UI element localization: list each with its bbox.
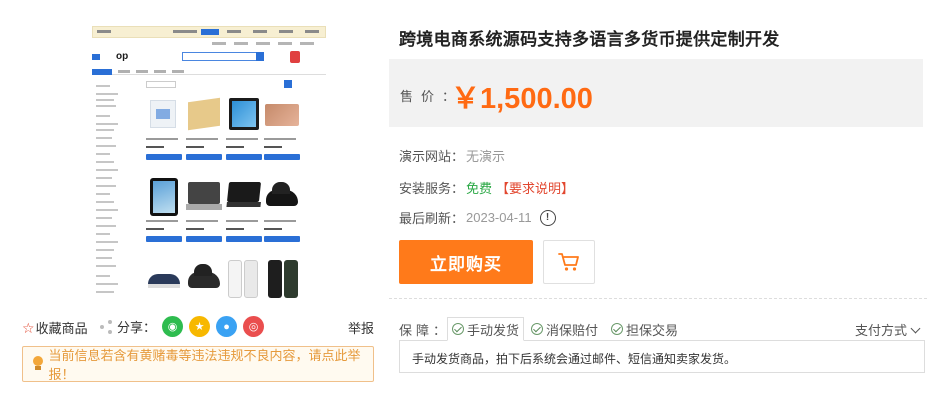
guarantee-description: 手动发货商品，拍下后系统会通过邮件、短信通知卖家发货。: [399, 340, 925, 373]
check-circle-icon: [531, 323, 543, 335]
preview-sort: [146, 81, 176, 88]
cart-icon: [558, 253, 579, 271]
check-circle-icon: [452, 323, 464, 335]
warning-text: 当前信息若含有黄赌毒等违法违规不良内容，请点此举报！: [48, 348, 361, 382]
favorite-button[interactable]: ☆ 收藏商品: [22, 318, 88, 337]
guarantee-label: 保障：: [399, 323, 451, 338]
weibo-icon[interactable]: ◎: [243, 316, 265, 337]
tab-label: 担保交易: [626, 322, 679, 338]
preview-product-card: [146, 258, 182, 298]
preview-product-card: [186, 94, 222, 160]
install-service-row: 安装服务： 免费 【要求说明】: [399, 178, 574, 197]
preview-topbar: [92, 26, 326, 38]
tab-escrow-trade[interactable]: 担保交易: [607, 317, 682, 341]
product-title: 跨境电商系统源码支持多语言多货币提供定制开发: [399, 30, 780, 49]
install-value: 免费: [466, 181, 493, 196]
preview-product-card: [264, 258, 300, 298]
install-label: 安装服务：: [399, 181, 465, 196]
preview-menubar: [92, 69, 326, 75]
preview-product-card: [186, 258, 222, 298]
preview-product-card: [226, 176, 262, 242]
share-bar: 分享： ◉ ★ ● ◎: [100, 316, 270, 337]
preview-logo: op: [92, 51, 132, 63]
refresh-date: 2023-04-11: [466, 210, 532, 225]
lightbulb-icon: [31, 356, 44, 372]
tab-consumer-protection[interactable]: 消保赔付: [527, 317, 602, 341]
tab-label: 消保赔付: [546, 322, 599, 338]
last-refresh-row: 最后刷新： 2023-04-11 !: [399, 208, 556, 227]
check-circle-icon: [611, 323, 623, 335]
preview-product-card: [186, 176, 222, 242]
buy-now-button[interactable]: 立即购买: [399, 240, 533, 284]
preview-product-card: [264, 176, 300, 242]
payment-method-dropdown[interactable]: 支付方式: [854, 320, 921, 339]
preview-product-card: [146, 176, 182, 242]
preview-sidebar: [92, 79, 140, 299]
content-warning[interactable]: 当前信息若含有黄赌毒等违法违规不良内容，请点此举报！: [22, 346, 374, 382]
clock-icon[interactable]: !: [539, 209, 556, 226]
add-to-cart-button[interactable]: [543, 240, 595, 284]
preview-product-card: [226, 94, 262, 160]
section-divider: [389, 298, 927, 299]
demo-site-row: 演示网站： 无演示: [399, 146, 505, 165]
share-icon: [100, 319, 114, 334]
qq-icon[interactable]: ●: [216, 316, 238, 337]
preview-cart-icon: [290, 51, 300, 63]
install-requirement-link[interactable]: 【要求说明】: [496, 178, 574, 197]
wechat-icon[interactable]: ◉: [162, 316, 184, 337]
star-icon: ☆: [22, 319, 35, 336]
demo-site-label: 演示网站：: [399, 149, 465, 164]
qzone-icon[interactable]: ★: [189, 316, 211, 337]
preview-product-card: [264, 94, 300, 160]
chevron-down-icon: [910, 323, 921, 333]
price-box: 售价： ￥1,500.00: [389, 59, 923, 127]
tab-label: 手动发货: [467, 322, 520, 338]
preview-product-card: [146, 94, 182, 160]
refresh-label: 最后刷新：: [399, 211, 465, 226]
price-value: ￥1,500.00: [451, 83, 593, 115]
preview-nav: [92, 40, 326, 48]
preview-pager: [284, 80, 292, 88]
report-link[interactable]: 举报: [348, 318, 374, 337]
product-image[interactable]: op: [22, 24, 372, 304]
demo-site-value: 无演示: [466, 149, 506, 164]
preview-product-card: [226, 258, 262, 298]
guarantee-bar: 保障： 手动发货 消保赔付 担保交易 支付方式: [399, 315, 925, 341]
tab-manual-delivery[interactable]: 手动发货: [447, 317, 525, 341]
product-actions: ☆ 收藏商品 分享： ◉ ★ ● ◎ 举报: [22, 316, 374, 338]
share-label: 分享：: [117, 320, 157, 335]
payment-method-label: 支付方式: [854, 323, 907, 338]
preview-search: [182, 52, 264, 61]
favorite-label: 收藏商品: [35, 321, 88, 336]
